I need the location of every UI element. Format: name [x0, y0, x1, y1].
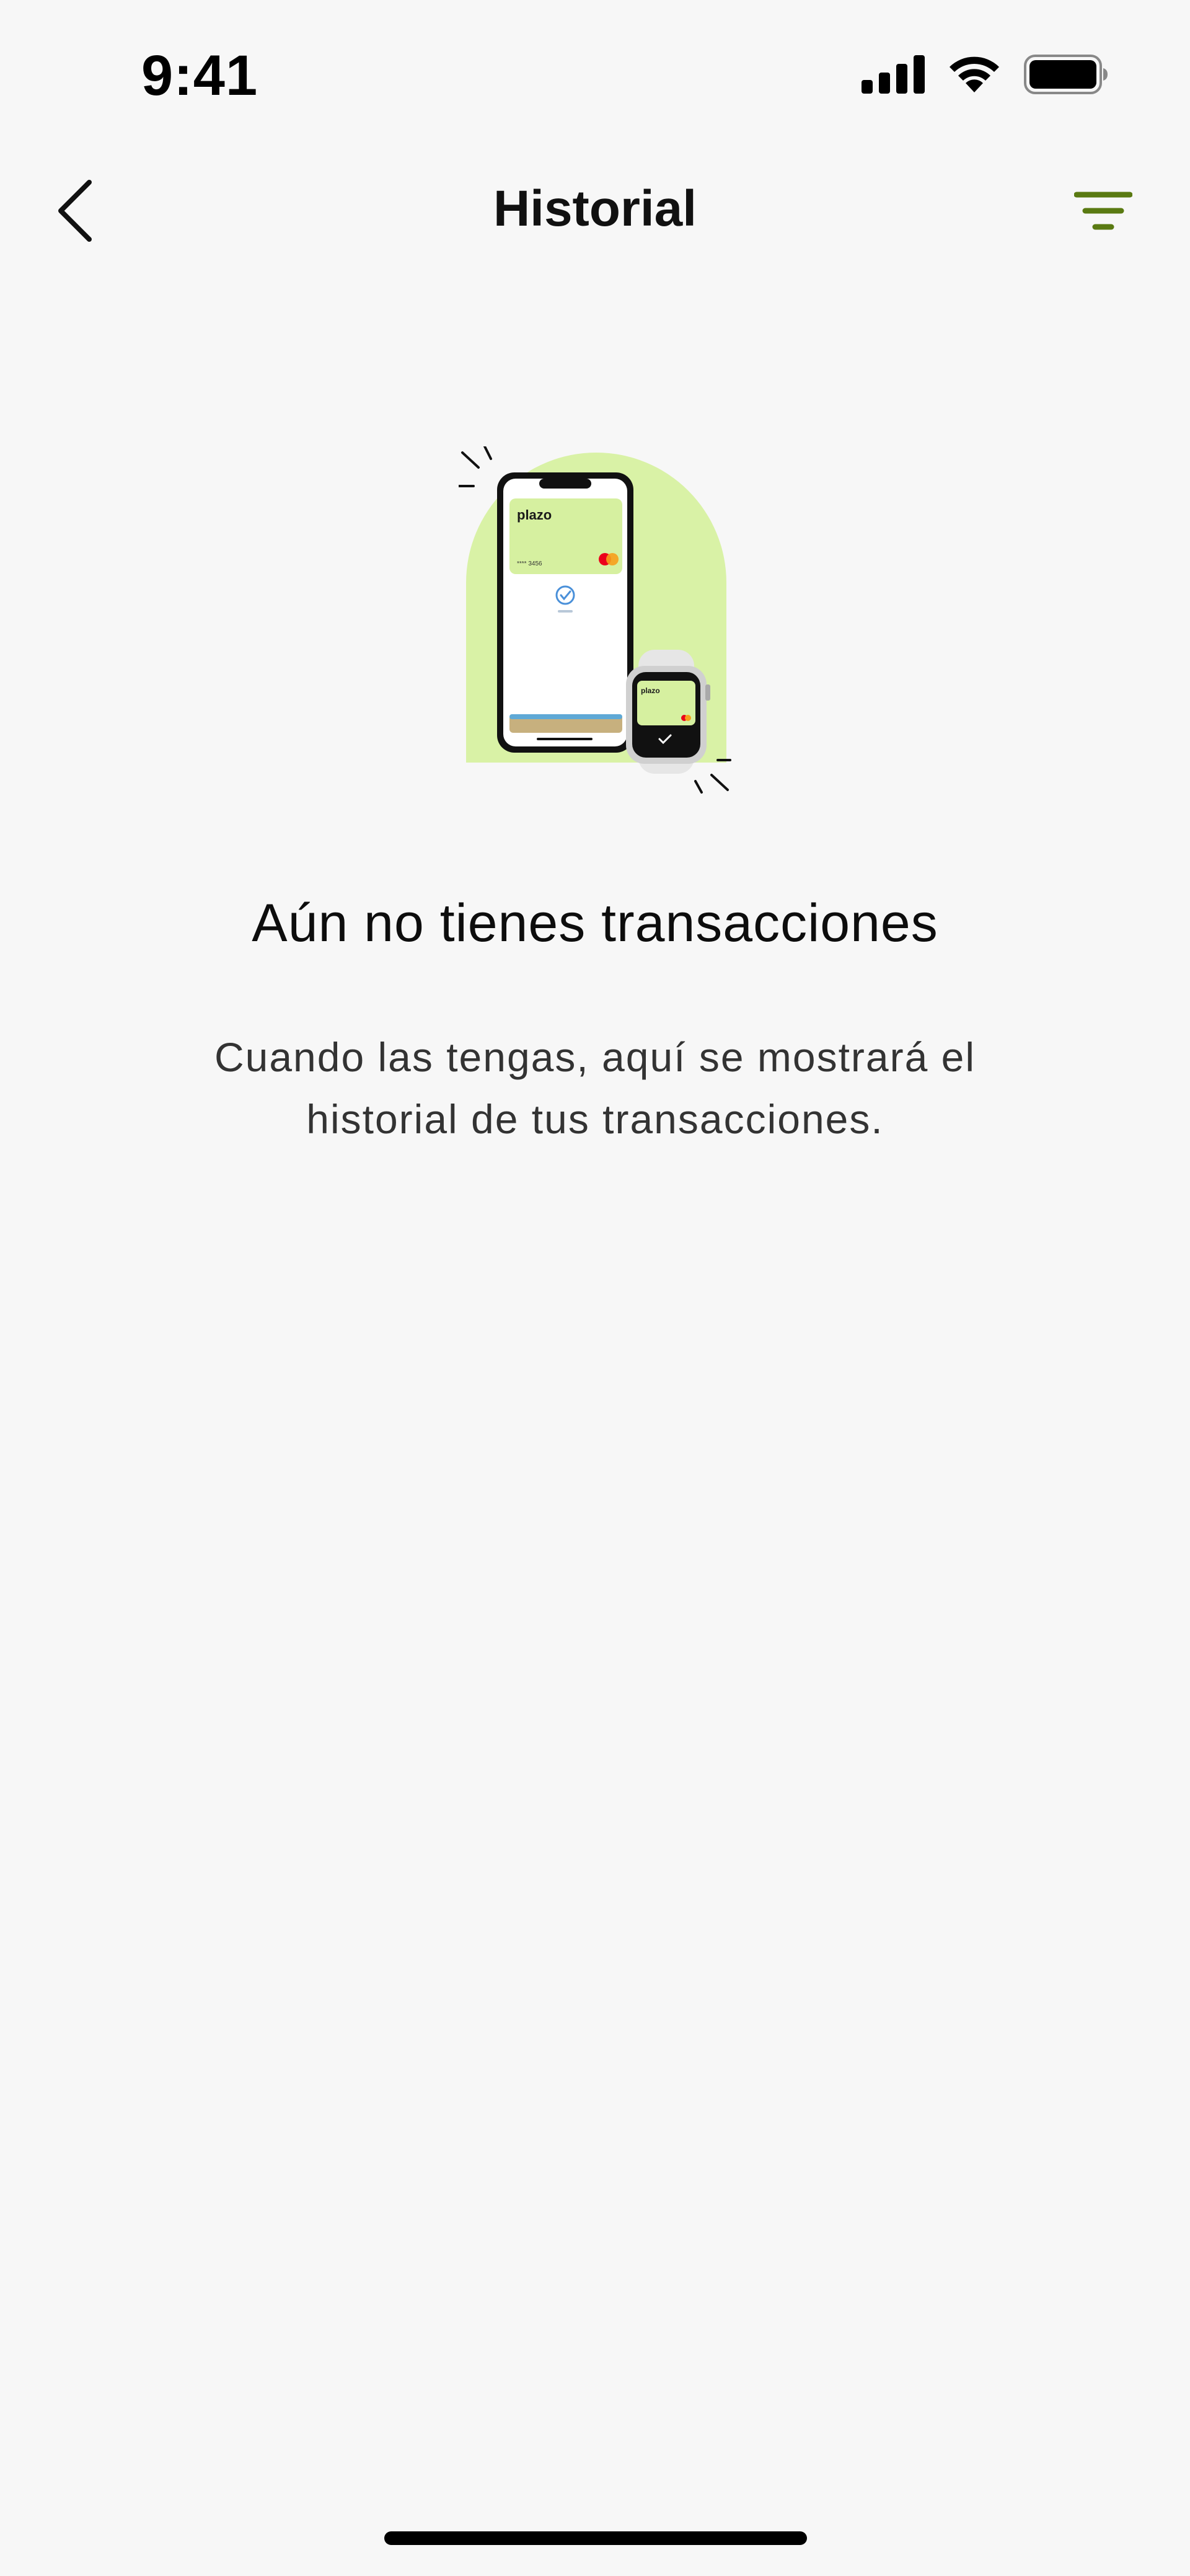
svg-text:plazo: plazo: [641, 686, 660, 695]
status-time: 9:41: [141, 44, 258, 107]
filter-icon: [1074, 192, 1132, 230]
card-number: **** 3456: [517, 560, 542, 567]
empty-state-title: Aún no tienes transacciones: [252, 893, 938, 953]
filter-button[interactable]: [1066, 180, 1140, 242]
page-title: Historial: [493, 180, 697, 237]
status-icons: [862, 55, 1108, 94]
signal-icon: [862, 55, 925, 94]
phone-watch-illustration: plazo **** 3456 plazo: [459, 446, 731, 794]
battery-icon: [1024, 55, 1108, 94]
nav-bar: Historial: [0, 155, 1190, 267]
status-bar: 9:41: [0, 0, 1190, 143]
wifi-icon: [950, 56, 999, 92]
home-indicator: [384, 2531, 807, 2545]
empty-state-description: Cuando las tengas, aquí se mostrará el h…: [214, 1034, 976, 1142]
card-brand: plazo: [517, 507, 552, 523]
